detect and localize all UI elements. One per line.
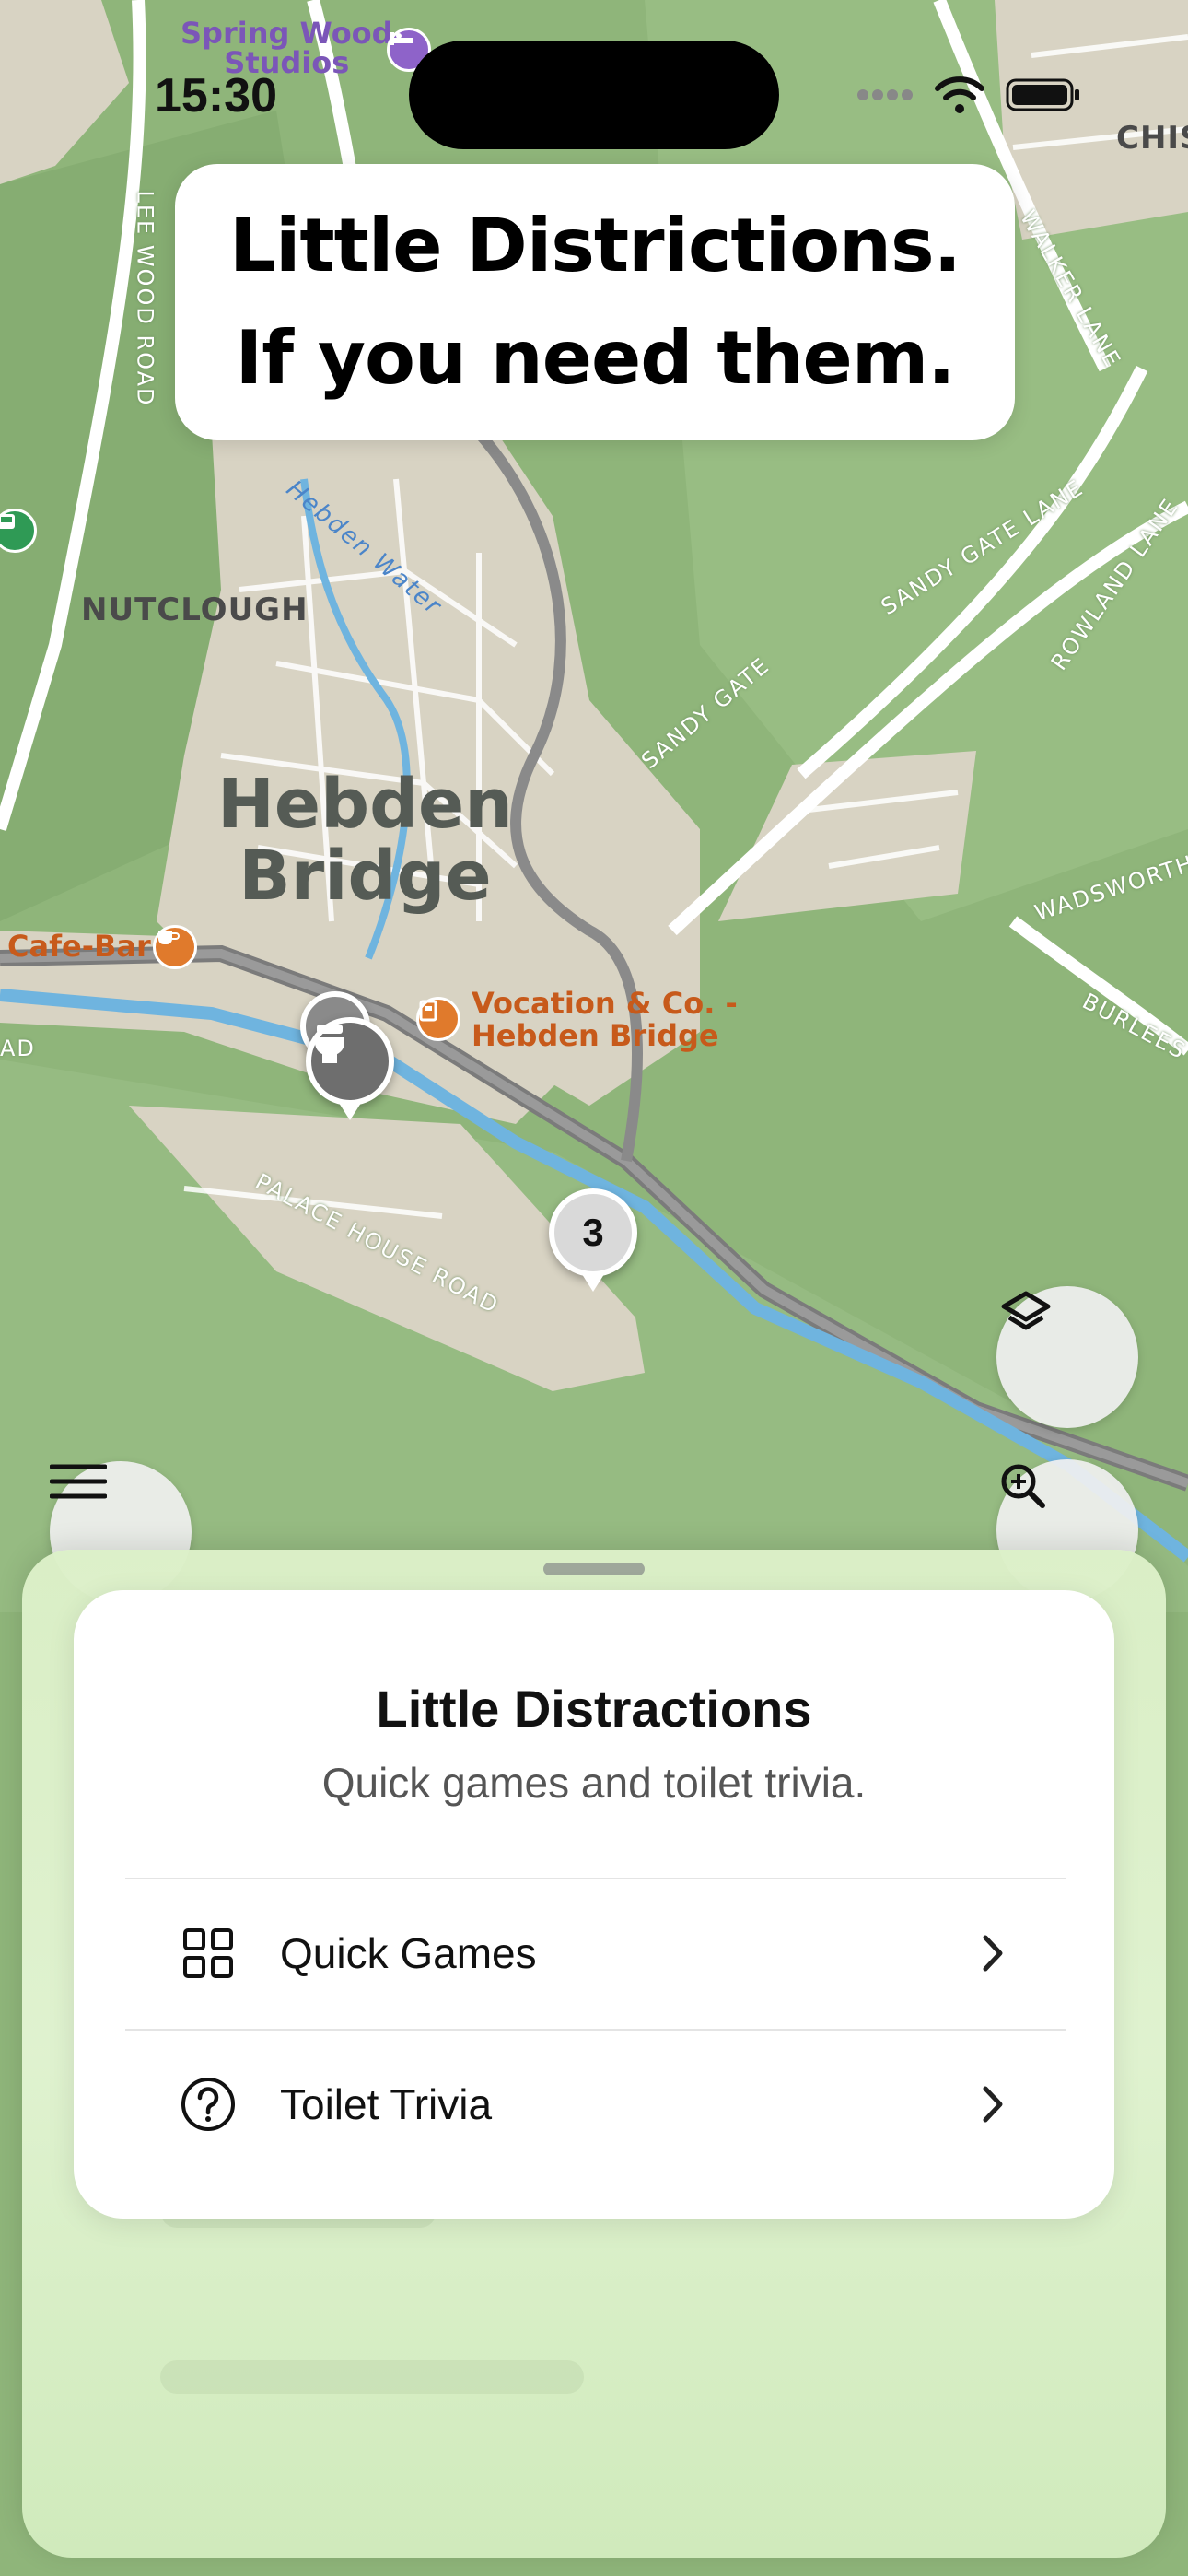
list-item-toilet-trivia[interactable]: Toilet Trivia <box>125 2031 1066 2178</box>
question-circle-icon <box>171 2067 245 2141</box>
status-time: 15:30 <box>155 69 277 123</box>
card-subtitle: Quick games and toilet trivia. <box>321 1759 867 1807</box>
wifi-icon <box>934 76 985 119</box>
grid-icon <box>171 1916 245 1990</box>
chevron-right-icon <box>965 1926 1020 1981</box>
poi-shop-line1: Vocation & Co. - <box>472 986 738 1021</box>
town-label-line1: Hebden <box>217 765 513 844</box>
list-item-label: Quick Games <box>280 1929 537 1977</box>
cafe-icon[interactable] <box>153 925 197 969</box>
bottom-sheet[interactable]: Little Distractions Quick games and toil… <box>22 1550 1166 2558</box>
dynamic-island <box>409 41 779 149</box>
card-title: Little Distractions <box>376 1680 812 1738</box>
chevron-right-icon <box>965 2077 1020 2132</box>
status-icons <box>856 76 1081 119</box>
poi-shop-label[interactable]: Vocation & Co. - Hebden Bridge <box>472 986 738 1054</box>
town-label: Hebden Bridge <box>217 770 513 910</box>
road-label-ad: AD <box>0 1036 36 1061</box>
poi-shop-line2: Hebden Bridge <box>472 1018 719 1054</box>
toilet-pin[interactable] <box>306 1017 394 1106</box>
cluster-count: 3 <box>582 1211 604 1254</box>
background-row <box>160 2360 584 2394</box>
promo-banner: Little Districtions. If you need them. <box>175 164 1015 440</box>
road-label-lee-wood: LEE WOOD ROAD <box>132 190 158 407</box>
sheet-grabber[interactable] <box>543 1563 645 1575</box>
town-label-line2: Bridge <box>239 837 492 916</box>
list-item-quick-games[interactable]: Quick Games <box>125 1879 1066 2027</box>
shop-icon[interactable] <box>416 997 460 1041</box>
area-label-chis: CHIS <box>1116 120 1188 157</box>
battery-icon <box>1006 76 1081 118</box>
area-label-nutclough: NUTCLOUGH <box>81 591 309 628</box>
layers-button[interactable] <box>996 1286 1138 1428</box>
poi-hotel-line1: Spring Wood <box>181 16 393 51</box>
cluster-pin[interactable]: 3 <box>549 1188 637 1277</box>
poi-cafe-label[interactable]: Cafe-Bar <box>7 930 151 963</box>
signal-icon <box>856 88 914 106</box>
banner-line1: Little Districtions. <box>229 203 961 288</box>
list-item-label: Toilet Trivia <box>280 2080 493 2128</box>
banner-line2: If you need them. <box>235 315 955 401</box>
distractions-card: Little Distractions Quick games and toil… <box>74 1590 1114 2219</box>
